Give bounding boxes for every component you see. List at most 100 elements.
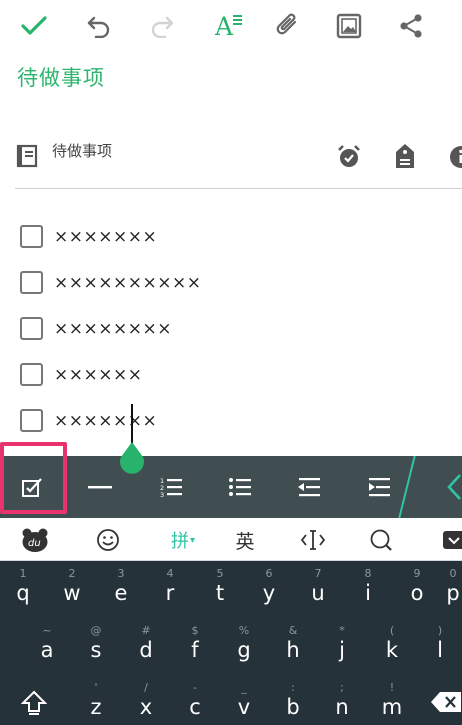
key-h[interactable]: & h bbox=[273, 625, 313, 673]
key-a[interactable]: ~ a bbox=[27, 625, 67, 673]
key-hint: 1 bbox=[19, 567, 27, 580]
shift-icon bbox=[20, 690, 48, 715]
key-label: f bbox=[191, 638, 199, 662]
key-label: b bbox=[286, 695, 300, 719]
checkbox-button-highlight bbox=[0, 442, 67, 514]
pinyin-mode-button[interactable]: 拼 ▾ bbox=[163, 525, 203, 555]
key-hint: ; bbox=[340, 681, 344, 694]
key-hint: ~ bbox=[42, 624, 52, 637]
emoji-icon[interactable] bbox=[93, 525, 123, 555]
key-u[interactable]: 7u bbox=[298, 568, 338, 616]
key-j[interactable]: * j bbox=[322, 625, 362, 673]
key-p[interactable]: 0p bbox=[444, 568, 462, 616]
key-n[interactable]: ; n bbox=[322, 682, 362, 725]
checkbox[interactable] bbox=[20, 271, 43, 294]
reminder-icon[interactable] bbox=[336, 144, 362, 174]
image-icon[interactable] bbox=[333, 10, 365, 42]
attachment-icon[interactable] bbox=[272, 10, 304, 42]
key-t[interactable]: 5t bbox=[200, 568, 240, 616]
info-icon[interactable] bbox=[448, 144, 462, 174]
key-w[interactable]: 2w bbox=[52, 568, 92, 616]
chevron-left-icon[interactable] bbox=[446, 474, 462, 504]
backspace-icon bbox=[431, 692, 461, 712]
key-hint: ' bbox=[94, 681, 98, 694]
key-f[interactable]: $ f bbox=[175, 625, 215, 673]
numbered-list-icon[interactable]: 123 bbox=[155, 471, 187, 503]
hide-keyboard-icon[interactable] bbox=[439, 525, 462, 555]
key-m[interactable]: ! m bbox=[372, 682, 412, 725]
key-hint: ) bbox=[437, 624, 443, 637]
notebook-row: 待做事项 bbox=[0, 132, 462, 176]
notebook-icon[interactable] bbox=[16, 144, 38, 172]
checkbox[interactable] bbox=[20, 225, 43, 248]
key-hint: : bbox=[291, 681, 295, 694]
bullet-list-icon[interactable] bbox=[224, 471, 256, 503]
key-o[interactable]: 9o bbox=[397, 568, 437, 616]
checklist-item-text[interactable]: ×××××××× bbox=[54, 319, 172, 339]
svg-text:3: 3 bbox=[160, 491, 164, 498]
key-hint: 5 bbox=[216, 567, 224, 580]
tag-icon[interactable] bbox=[393, 142, 417, 174]
check-icon[interactable] bbox=[18, 10, 50, 42]
key-label: a bbox=[40, 638, 54, 662]
key-label: g bbox=[237, 638, 251, 662]
checklist-item-text[interactable]: ××××××× bbox=[54, 227, 157, 247]
key-q[interactable]: 1q bbox=[3, 568, 43, 616]
english-mode-button[interactable]: 英 bbox=[230, 525, 260, 555]
divider-line-icon[interactable] bbox=[84, 471, 116, 503]
key-label: j bbox=[339, 638, 345, 662]
key-hint: 6 bbox=[265, 567, 273, 580]
checklist-item: ×××××××××× bbox=[0, 267, 462, 303]
key-hint: * bbox=[339, 624, 345, 637]
note-title[interactable]: 待做事项 bbox=[17, 62, 105, 92]
key-label: s bbox=[90, 638, 102, 662]
key-hint: 9 bbox=[413, 567, 421, 580]
checkbox[interactable] bbox=[20, 409, 43, 432]
shift-key[interactable] bbox=[14, 682, 54, 722]
key-c[interactable]: -c bbox=[175, 682, 215, 725]
key-label: k bbox=[385, 638, 399, 662]
share-icon[interactable] bbox=[395, 10, 427, 42]
key-y[interactable]: 6y bbox=[249, 568, 289, 616]
format-bar: 123 bbox=[0, 456, 462, 518]
checklist-item-text[interactable]: ×××××××××× bbox=[54, 273, 201, 293]
key-label: r bbox=[165, 581, 175, 605]
outdent-icon[interactable] bbox=[293, 471, 325, 503]
key-x[interactable]: / x bbox=[126, 682, 166, 725]
key-label: t bbox=[215, 581, 225, 605]
key-label: i bbox=[365, 581, 371, 605]
key-hint: ! bbox=[389, 681, 395, 694]
checklist-item-text[interactable]: ××××××× bbox=[54, 411, 157, 431]
checkbox[interactable] bbox=[20, 317, 43, 340]
text-format-icon[interactable]: A bbox=[208, 10, 243, 42]
toolbar-separator bbox=[395, 456, 417, 518]
key-k[interactable]: (k bbox=[372, 625, 412, 673]
key-s[interactable]: @ s bbox=[76, 625, 116, 673]
key-i[interactable]: 8i bbox=[348, 568, 388, 616]
key-d[interactable]: # d bbox=[126, 625, 166, 673]
checklist-item-text[interactable]: ×××××× bbox=[54, 365, 142, 385]
key-g[interactable]: % g bbox=[224, 625, 264, 673]
key-hint: - bbox=[193, 681, 197, 694]
key-z[interactable]: ' z bbox=[76, 682, 116, 725]
svg-text:du: du bbox=[28, 538, 41, 549]
search-icon[interactable] bbox=[366, 525, 396, 555]
key-b[interactable]: :b bbox=[273, 682, 313, 725]
key-hint: & bbox=[288, 624, 298, 637]
selection-handle[interactable] bbox=[118, 440, 146, 476]
backspace-key[interactable] bbox=[430, 690, 462, 720]
notebook-label[interactable]: 待做事项 bbox=[52, 140, 112, 161]
du-logo-icon[interactable]: du bbox=[20, 525, 50, 555]
redo-icon[interactable] bbox=[146, 10, 178, 42]
key-v[interactable]: _ v bbox=[224, 682, 264, 725]
key-label: w bbox=[63, 581, 81, 605]
key-hint: / bbox=[144, 681, 148, 694]
key-hint: ( bbox=[389, 624, 395, 637]
checkbox[interactable] bbox=[20, 363, 43, 386]
undo-icon[interactable] bbox=[83, 10, 115, 42]
indent-icon[interactable] bbox=[363, 471, 395, 503]
key-r[interactable]: 4r bbox=[150, 568, 190, 616]
cursor-move-icon[interactable] bbox=[298, 525, 328, 555]
key-e[interactable]: 3e bbox=[101, 568, 141, 616]
key-l[interactable]: ) l bbox=[420, 625, 460, 673]
